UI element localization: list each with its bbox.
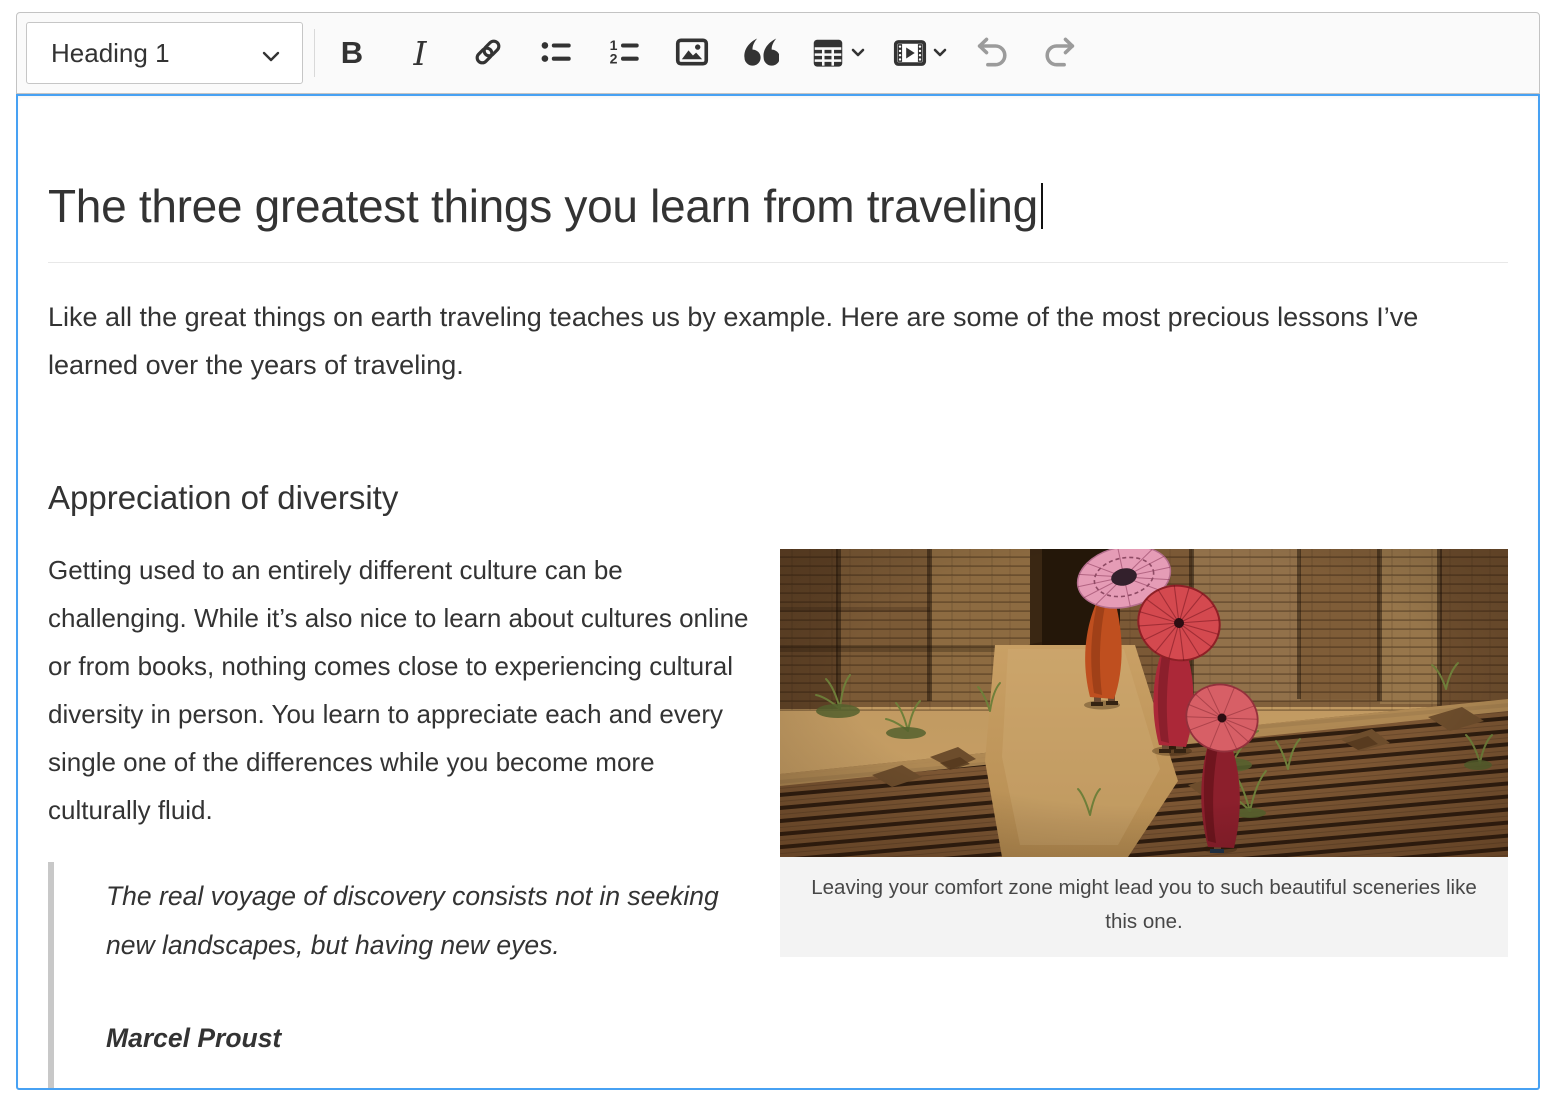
bold-button[interactable]: B	[329, 30, 375, 76]
editor-toolbar: Heading 1 B I 12	[16, 12, 1540, 94]
link-icon	[470, 34, 506, 73]
editor-content[interactable]: The three greatest things you learn from…	[16, 94, 1540, 1090]
toolbar-separator	[314, 29, 315, 77]
undo-button[interactable]	[969, 30, 1015, 76]
image-icon	[673, 33, 711, 74]
numbered-list-button[interactable]: 12	[601, 30, 647, 76]
undo-icon	[974, 35, 1010, 71]
chevron-down-icon	[851, 44, 865, 62]
link-button[interactable]	[465, 30, 511, 76]
bold-icon: B	[341, 35, 363, 71]
quote-icon	[741, 37, 779, 70]
bulleted-list-icon	[538, 34, 574, 73]
image-caption[interactable]: Leaving your comfort zone might lead you…	[780, 857, 1508, 957]
rich-text-editor: Heading 1 B I 12	[16, 12, 1540, 1090]
svg-text:2: 2	[610, 50, 618, 66]
redo-icon	[1042, 35, 1078, 71]
insert-image-button[interactable]	[669, 30, 715, 76]
article-section: Leaving your comfort zone might lead you…	[48, 477, 1508, 1089]
media-icon	[887, 30, 933, 76]
redo-button[interactable]	[1037, 30, 1083, 76]
table-icon	[805, 30, 851, 76]
heading-dropdown[interactable]: Heading 1	[26, 22, 303, 84]
chevron-down-icon	[262, 38, 280, 69]
section-heading[interactable]: Appreciation of diversity	[48, 477, 1508, 518]
block-quote-button[interactable]	[737, 30, 783, 76]
article-figure[interactable]: Leaving your comfort zone might lead you…	[780, 549, 1508, 957]
quote-author[interactable]: Marcel Proust	[106, 1022, 1508, 1055]
insert-table-button[interactable]	[805, 30, 865, 76]
numbered-list-icon: 12	[606, 34, 642, 73]
bulleted-list-button[interactable]	[533, 30, 579, 76]
text-cursor	[1041, 183, 1043, 229]
article-image[interactable]	[780, 549, 1508, 857]
italic-button[interactable]: I	[397, 30, 443, 76]
italic-icon: I	[413, 34, 426, 73]
heading-dropdown-label: Heading 1	[51, 38, 170, 69]
document-title-text: The three greatest things you learn from…	[48, 180, 1038, 232]
intro-paragraph[interactable]: Like all the great things on earth trave…	[48, 293, 1508, 389]
document-title[interactable]: The three greatest things you learn from…	[48, 178, 1508, 263]
media-embed-button[interactable]	[887, 30, 947, 76]
chevron-down-icon	[933, 44, 947, 62]
